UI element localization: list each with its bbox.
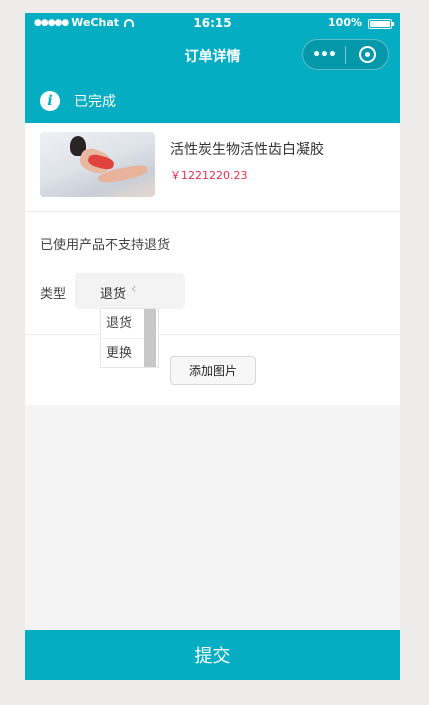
phone-screen: ●●●●● WeChat 16:15 100% 订单详情 ••• i 已完成 活… (25, 13, 400, 680)
type-dropdown: 退货 更换 (100, 308, 159, 368)
submit-button[interactable]: 提交 (25, 630, 400, 680)
mini-program-capsule: ••• (302, 39, 389, 70)
type-option-exchange[interactable]: 更换 (101, 338, 144, 367)
product-row[interactable]: 活性炭生物活性齿白凝胶 ￥1221220.23 (25, 123, 400, 212)
battery-percent: 100% (328, 16, 362, 29)
product-price: ￥1221220.23 (170, 169, 248, 182)
add-image-button[interactable]: 添加图片 (170, 356, 256, 385)
chevron-left-icon: ‹ (131, 281, 137, 297)
type-select-value: 退货 (100, 287, 127, 302)
record-circle-icon (358, 46, 376, 63)
status-bar: ●●●●● WeChat 16:15 100% (25, 13, 400, 33)
order-status-text: 已完成 (74, 94, 116, 110)
type-select[interactable]: 退货 ‹ (75, 273, 185, 309)
product-image (40, 132, 155, 197)
type-label: 类型 (40, 287, 67, 302)
divider (25, 334, 400, 335)
product-name: 活性炭生物活性齿白凝胶 (170, 142, 324, 158)
refund-notice: 已使用产品不支持退货 (40, 238, 171, 253)
header: ●●●●● WeChat 16:15 100% 订单详情 ••• i 已完成 (25, 13, 400, 123)
type-option-return[interactable]: 退货 (101, 309, 144, 338)
close-mini-program-button[interactable] (346, 46, 388, 63)
order-status: i 已完成 (40, 91, 116, 111)
more-icon[interactable]: ••• (303, 47, 345, 63)
info-icon: i (40, 91, 60, 111)
dropdown-scrollbar[interactable] (144, 309, 156, 367)
battery-icon (368, 19, 394, 29)
refund-card: 活性炭生物活性齿白凝胶 ￥1221220.23 已使用产品不支持退货 类型 退货… (25, 123, 400, 405)
